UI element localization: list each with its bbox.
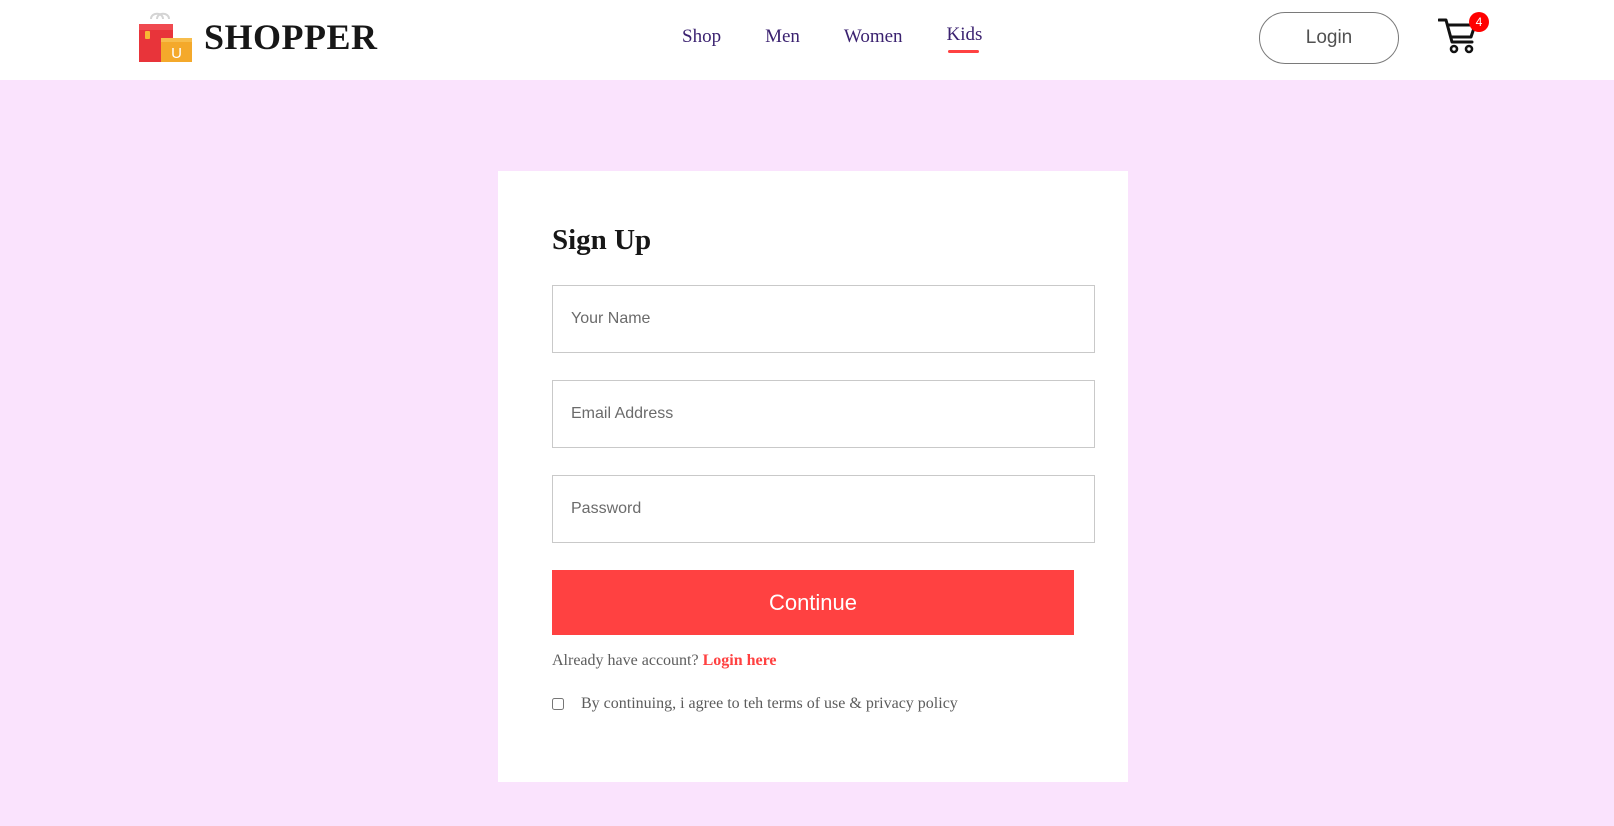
nav-item-men[interactable]: Men [765,26,800,48]
nav-menu: Shop Men Women Kids [682,24,983,53]
navbar: U SHOPPER Shop Men Women Kids Login 4 [0,0,1614,80]
signup-card: Sign Up Continue Already have account? L… [498,171,1128,782]
password-input[interactable] [552,475,1095,543]
login-prompt: Already have account? Login here [552,652,777,670]
login-here-link[interactable]: Login here [703,652,777,669]
nav-item-shop[interactable]: Shop [682,26,721,48]
terms-agreement: By continuing, i agree to teh terms of u… [552,695,958,713]
nav-item-kids[interactable]: Kids [946,24,983,53]
terms-text: By continuing, i agree to teh terms of u… [581,695,958,712]
cart-count-badge: 4 [1469,12,1489,32]
nav-item-kids-label: Kids [946,24,983,45]
login-prompt-text: Already have account? [552,652,699,669]
svg-text:U: U [171,45,182,62]
login-button[interactable]: Login [1259,12,1399,64]
cart-button[interactable]: 4 [1438,12,1489,56]
continue-button[interactable]: Continue [552,570,1074,635]
signup-title: Sign Up [552,224,652,256]
email-input[interactable] [552,380,1095,448]
logo-text: SHOPPER [204,17,378,57]
logo[interactable]: U SHOPPER [138,11,378,63]
active-nav-indicator [947,50,979,53]
name-input[interactable] [552,285,1095,353]
terms-checkbox[interactable] [552,698,564,710]
nav-item-women[interactable]: Women [844,26,903,48]
shopping-bag-icon: U [139,12,192,62]
